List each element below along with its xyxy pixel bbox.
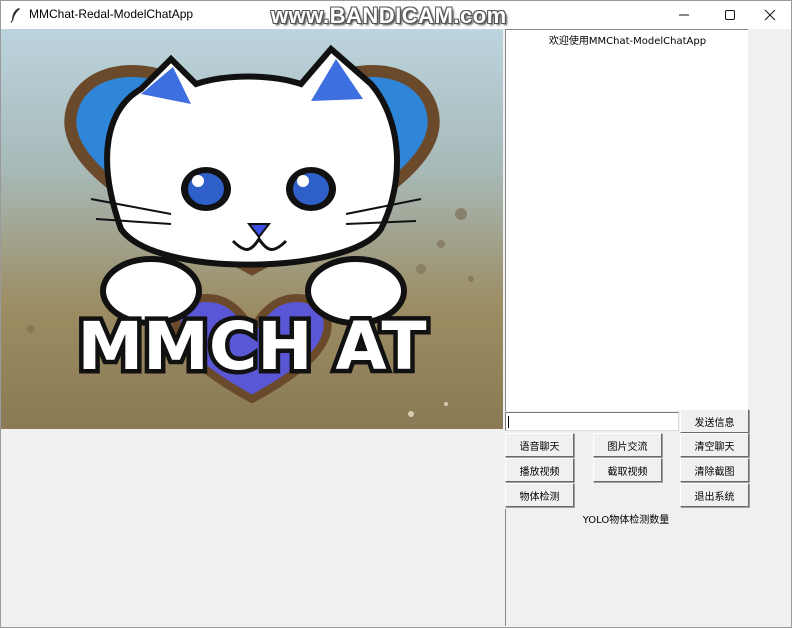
clear-chat-button[interactable]: 清空聊天 <box>680 433 749 457</box>
feather-icon <box>10 8 20 23</box>
capture-video-button[interactable]: 截取视频 <box>593 458 662 482</box>
bandicam-watermark: www.BANDICAM.com <box>271 3 507 28</box>
image-display: MMCH AT <box>1 29 503 429</box>
message-input[interactable] <box>505 412 679 431</box>
video-display-area <box>1 429 505 627</box>
play-video-button[interactable]: 播放视频 <box>505 458 574 482</box>
exit-system-button[interactable]: 退出系统 <box>680 483 749 507</box>
yolo-count-label: YOLO物体检测数量 <box>582 515 670 526</box>
image-chat-button[interactable]: 图片交流 <box>593 433 662 457</box>
detection-panel <box>505 509 792 626</box>
maximize-icon <box>725 10 735 20</box>
mmchat-logo-image: MMCH AT <box>27 44 474 417</box>
close-icon <box>764 9 776 21</box>
voice-chat-button[interactable]: 语音聊天 <box>505 433 574 457</box>
window-title: MMChat-Redal-ModelChatApp <box>29 7 194 21</box>
chat-display[interactable]: 欢迎使用MMChat-ModelChatApp <box>505 29 749 411</box>
object-detect-button[interactable]: 物体检测 <box>505 483 574 507</box>
clear-screenshot-button[interactable]: 清除截图 <box>680 458 749 482</box>
text-caret <box>508 416 509 428</box>
app-window: MMChat-Redal-ModelChatApp www.BANDICAM.c… <box>0 0 792 628</box>
scroll-gutter <box>748 29 791 410</box>
title-bar[interactable]: MMChat-Redal-ModelChatApp www.BANDICAM.c… <box>1 1 791 29</box>
logo-text: MMCH AT <box>78 308 427 385</box>
welcome-message: 欢迎使用MMChat-ModelChatApp <box>548 36 707 47</box>
close-button[interactable] <box>747 1 792 29</box>
minimize-button[interactable] <box>661 1 707 29</box>
send-message-button[interactable]: 发送信息 <box>680 409 749 433</box>
minimize-icon <box>679 14 689 16</box>
